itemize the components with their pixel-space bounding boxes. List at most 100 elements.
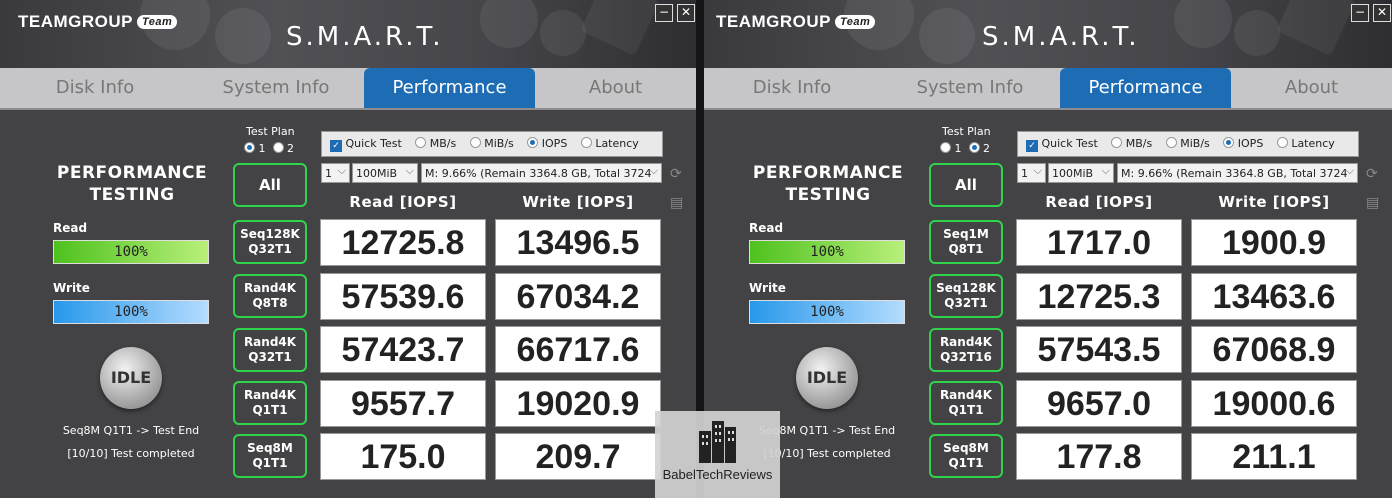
size-select[interactable]: 100MiB [1048,163,1114,183]
unit-radio-mbs[interactable] [415,137,427,148]
read-column-header: Read [IOPS] [1045,193,1153,211]
test-plan-option-label: 1 [954,142,962,155]
tab-performance[interactable]: Performance [1060,68,1231,108]
write-result-row-1: 13496.5 [495,219,661,266]
refresh-icon[interactable]: ⟳ [1366,166,1380,182]
read-result-row-2: 12725.3 [1016,273,1182,320]
tab-disk-info[interactable]: Disk Info [0,68,190,108]
test-plan-option-label: 1 [258,142,266,155]
minimize-button[interactable]: − [655,4,673,22]
write-label: Write [53,281,90,295]
test-queue: Q32T1 [248,242,292,256]
test-button-row-2[interactable]: Rand4K Q8T8 [233,274,307,318]
test-plan-options: 1 2 [940,142,990,155]
test-name: Rand4K [939,388,993,402]
test-button-row-1[interactable]: Seq128K Q32T1 [233,220,307,264]
tab-system-info[interactable]: System Info [884,68,1056,108]
app-header: TEAMGROUP Team S.M.A.R.T. − ✕ [704,0,1392,68]
test-plan-label: Test Plan [942,125,991,138]
unit-radio-latency[interactable] [1276,137,1288,148]
unit-radio-iops[interactable] [527,137,539,148]
options-box: ✓ Quick Test MB/s MiB/s IOPS Latency [321,131,663,157]
tab-about[interactable]: About [1231,68,1392,108]
idle-button[interactable]: IDLE [100,347,162,409]
unit-radio-latency[interactable] [580,137,592,148]
tab-about[interactable]: About [535,68,696,108]
unit-radio-mbs[interactable] [1111,137,1123,148]
tab-disk-info[interactable]: Disk Info [704,68,880,108]
write-result-row-3: 67068.9 [1191,326,1357,373]
write-result-row-2: 13463.6 [1191,273,1357,320]
copy-icon[interactable]: ▤ [1366,195,1380,211]
decor-circle [480,0,538,48]
app-title: S.M.A.R.T. [286,22,444,52]
decor-circle [919,8,975,64]
quick-test-checkbox[interactable]: ✓ [330,140,342,152]
app-title: S.M.A.R.T. [982,22,1140,52]
test-button-row-5[interactable]: Seq8M Q1T1 [233,434,307,478]
write-result-row-4: 19020.9 [495,380,661,427]
section-title: PERFORMANCE TESTING [752,163,904,205]
tab-bar: Disk Info System Info Performance About [704,68,1392,110]
unit-radio-iops[interactable] [1223,137,1235,148]
app-header: TEAMGROUP Team S.M.A.R.T. − ✕ [0,0,696,68]
read-result-row-3: 57543.5 [1016,326,1182,373]
decor-square [580,0,660,56]
test-button-row-3[interactable]: Rand4K Q32T16 [929,328,1003,372]
smart-window-right: TEAMGROUP Team S.M.A.R.T. − ✕ Disk Info S… [704,0,1392,498]
all-button[interactable]: All [929,163,1003,207]
tab-system-info[interactable]: System Info [190,68,362,108]
unit-label: MB/s [429,137,457,150]
read-result-row-2: 57539.6 [320,273,486,320]
test-name: Seq8M [943,441,989,455]
test-button-row-4[interactable]: Rand4K Q1T1 [233,381,307,425]
decor-circle [215,8,271,64]
idle-button[interactable]: IDLE [796,347,858,409]
write-result-row-2: 67034.2 [495,273,661,320]
test-button-row-1[interactable]: Seq1M Q8T1 [929,220,1003,264]
test-queue: Q8T1 [948,242,984,256]
unit-radio-mibs[interactable] [1165,137,1177,148]
unit-radio-mibs[interactable] [469,137,481,148]
copy-icon[interactable]: ▤ [670,195,684,211]
read-result-row-1: 1717.0 [1016,219,1182,266]
unit-label: IOPS [1237,137,1264,150]
read-column-header: Read [IOPS] [349,193,457,211]
count-select[interactable]: 1 [1017,163,1046,183]
unit-label: MB/s [1125,137,1153,150]
test-plan-options: 1 2 [244,142,294,155]
count-select[interactable]: 1 [321,163,350,183]
tab-performance[interactable]: Performance [364,68,535,108]
unit-label: MiB/s [484,137,514,150]
close-button[interactable]: ✕ [677,4,695,22]
test-button-row-4[interactable]: Rand4K Q1T1 [929,381,1003,425]
test-queue: Q1T1 [948,456,984,470]
close-button[interactable]: ✕ [1373,4,1391,22]
minimize-button[interactable]: − [1351,4,1369,22]
unit-label: IOPS [541,137,568,150]
write-progress-bar: 100% [53,300,209,324]
decor-circle [540,10,586,56]
all-button[interactable]: All [233,163,307,207]
test-plan-radio-2[interactable] [968,142,980,153]
drive-select[interactable]: M: 9.66% (Remain 3364.8 GB, Total 3724 [421,163,662,183]
decor-circle [1174,0,1232,48]
brand-logo: TEAMGROUP Team [716,12,876,32]
test-name: Seq128K [240,227,300,241]
read-label: Read [749,221,784,235]
drive-select[interactable]: M: 9.66% (Remain 3364.8 GB, Total 3724 [1117,163,1358,183]
size-select[interactable]: 100MiB [352,163,418,183]
test-button-row-5[interactable]: Seq8M Q1T1 [929,434,1003,478]
read-result-row-4: 9557.7 [320,380,486,427]
test-plan-radio-1[interactable] [940,142,951,153]
quick-test-checkbox[interactable]: ✓ [1026,140,1038,152]
test-queue: Q1T1 [252,403,288,417]
refresh-icon[interactable]: ⟳ [670,166,684,182]
test-name: Rand4K [939,335,993,349]
test-button-row-3[interactable]: Rand4K Q32T1 [233,328,307,372]
test-plan-radio-1[interactable] [244,142,255,153]
test-plan-radio-2[interactable] [272,142,284,153]
unit-label: MiB/s [1180,137,1210,150]
test-button-row-2[interactable]: Seq128K Q32T1 [929,274,1003,318]
write-result-row-4: 19000.6 [1191,380,1357,427]
